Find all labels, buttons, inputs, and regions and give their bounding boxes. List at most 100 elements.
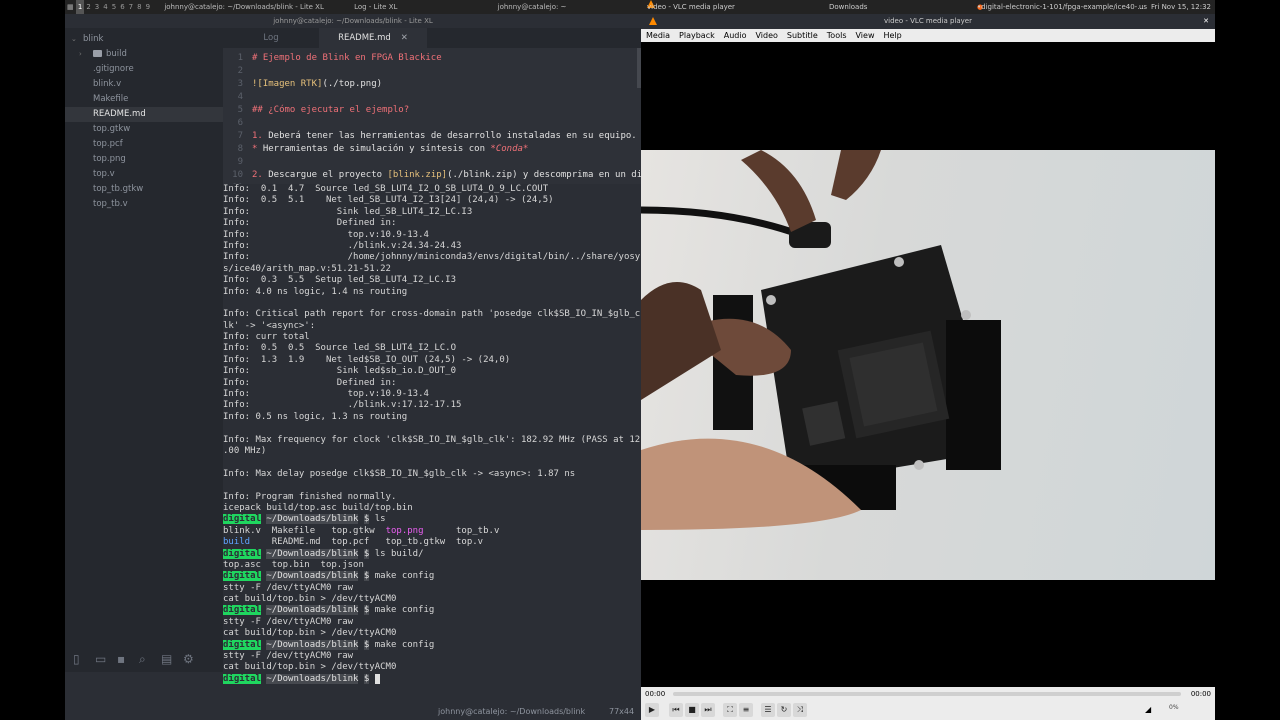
editor-line: 6 bbox=[223, 117, 641, 130]
tree-item[interactable]: top_tb.v bbox=[65, 197, 223, 212]
tree-item-label: README.md bbox=[93, 109, 146, 119]
workspace-2[interactable]: 2 bbox=[84, 0, 92, 14]
vlc-menu-view[interactable]: View bbox=[856, 31, 875, 40]
terminal-output-segment: README.md top.pcf top_tb.gtkw top.v bbox=[250, 537, 484, 548]
task-terminal[interactable]: johnny@catalejo: ~ bbox=[498, 0, 567, 14]
terminal-prompt-line: digital ~/Downloads/blink $ ls build/ bbox=[223, 548, 641, 560]
playlist-icon[interactable]: ☰ bbox=[761, 703, 775, 717]
seek-slider[interactable] bbox=[673, 692, 1181, 696]
workspace-6[interactable]: 6 bbox=[118, 0, 126, 14]
terminal-output-line: top.asc top.bin top.json bbox=[223, 560, 641, 571]
vlc-menu-media[interactable]: Media bbox=[646, 31, 670, 40]
vlc-menu-help[interactable]: Help bbox=[883, 31, 901, 40]
tree-item[interactable]: top.png bbox=[65, 152, 223, 167]
tree-item[interactable]: blink.v bbox=[65, 77, 223, 92]
workspace-9[interactable]: 9 bbox=[144, 0, 152, 14]
vlc-window: video - VLC media player Downloads ● •di… bbox=[641, 0, 1215, 720]
terminal[interactable]: Info: 0.1 4.7 Source led_SB_LUT4_I2_O_SB… bbox=[223, 184, 641, 704]
terminal-output-segment: stty -F /dev/ttyACM0 raw bbox=[223, 616, 354, 627]
new-file-icon[interactable]: ▯ bbox=[73, 652, 80, 666]
tree-item[interactable]: README.md bbox=[65, 107, 223, 122]
tree-item[interactable]: top.v bbox=[65, 167, 223, 182]
tree-item[interactable]: top.pcf bbox=[65, 137, 223, 152]
terminal-output-segment: cat build/top.bin > /dev/ttyACM0 bbox=[223, 628, 397, 639]
workspace-switcher[interactable]: 123456789 bbox=[75, 0, 152, 14]
play-icon[interactable]: ▶ bbox=[645, 703, 659, 717]
terminal-line: Info: Max frequency for clock 'clk$SB_IO… bbox=[223, 434, 641, 445]
tab-log[interactable]: Log bbox=[223, 28, 319, 48]
tree-item-label: build bbox=[106, 49, 127, 59]
vlc-menubar: Media Playback Audio Video Subtitle Tools View… bbox=[641, 29, 1215, 42]
terminal-prompt-line: digital ~/Downloads/blink $ ls bbox=[223, 514, 641, 525]
tree-root[interactable]: ⌄ blink bbox=[65, 32, 223, 47]
task-downloads[interactable]: Downloads bbox=[829, 0, 867, 14]
code-editor[interactable]: 1 # Ejemplo de Blink en FPGA Blackice 2 3 ![… bbox=[223, 48, 641, 184]
tree-item[interactable]: top_tb.gtkw bbox=[65, 182, 223, 197]
close-icon[interactable]: ✕ bbox=[401, 33, 408, 43]
workspace-5[interactable]: 5 bbox=[110, 0, 118, 14]
fullscreen-icon[interactable]: ⛶ bbox=[723, 703, 737, 717]
tree-item[interactable]: top.gtkw bbox=[65, 122, 223, 137]
terminal-output-segment: cat build/top.bin > /dev/ttyACM0 bbox=[223, 594, 397, 605]
vlc-menu-playback[interactable]: Playback bbox=[679, 31, 715, 40]
search-icon[interactable]: ⌕ bbox=[139, 652, 146, 667]
workspace-7[interactable]: 7 bbox=[127, 0, 135, 14]
terminal-line: Info: 0.5 0.5 Source led_SB_LUT4_I2_LC.O bbox=[223, 343, 456, 354]
tree-item[interactable]: › build bbox=[65, 47, 223, 62]
volume-level[interactable]: 0% bbox=[1169, 704, 1179, 711]
volume-icon[interactable]: ◢ bbox=[1145, 705, 1151, 714]
terminal-line: Info: ./blink.v:17.12-17.15 bbox=[223, 400, 462, 411]
tab-readme[interactable]: README.md ✕ bbox=[319, 28, 427, 48]
video-area[interactable] bbox=[641, 42, 1215, 687]
workspace-8[interactable]: 8 bbox=[135, 0, 143, 14]
terminal-line: .00 MHz) bbox=[223, 445, 267, 456]
chevron-down-icon: ⌄ bbox=[71, 35, 77, 43]
grid-icon[interactable]: ▦ bbox=[67, 0, 74, 14]
vlc-menu-subtitle[interactable]: Subtitle bbox=[787, 31, 818, 40]
extended-settings-icon[interactable]: ≡ bbox=[739, 703, 753, 717]
vlc-menu-tools[interactable]: Tools bbox=[827, 31, 847, 40]
stop-icon[interactable]: ■ bbox=[685, 703, 699, 717]
task-lite-xl[interactable]: johnny@catalejo: ~/Downloads/blink - Lit… bbox=[164, 0, 324, 14]
book-icon[interactable]: ▤ bbox=[161, 652, 172, 666]
save-icon[interactable]: ▪ bbox=[117, 652, 125, 666]
task-log[interactable]: Log - Lite XL bbox=[354, 0, 397, 14]
random-icon[interactable]: ⤨ bbox=[793, 703, 807, 717]
terminal-size: 77x44 bbox=[609, 707, 635, 716]
tree-item-label: top.png bbox=[93, 154, 126, 164]
tree-item[interactable]: Makefile bbox=[65, 92, 223, 107]
code-text: * Herramientas de simulación y síntesis … bbox=[252, 144, 529, 154]
window-title: johnny@catalejo: ~/Downloads/blink - Lit… bbox=[65, 14, 641, 28]
keyboard-layout[interactable]: us bbox=[1139, 0, 1147, 14]
line-number: 9 bbox=[237, 157, 243, 167]
clock[interactable]: Fri Nov 15, 12:32 bbox=[1151, 0, 1211, 14]
terminal-line: Info: curr total bbox=[223, 332, 310, 343]
terminal-line: Info: Sink led$sb_io.D_OUT_0 bbox=[223, 366, 456, 377]
lite-xl-window: ▦ 123456789 johnny@catalejo: ~/Downloads… bbox=[65, 0, 641, 720]
prev-icon[interactable]: ⏮ bbox=[669, 703, 683, 717]
gear-icon[interactable]: ⚙ bbox=[183, 652, 194, 666]
terminal-output-segment: top.asc top.bin top.json bbox=[223, 559, 364, 570]
line-number: 4 bbox=[237, 92, 243, 102]
close-icon[interactable]: ✕ bbox=[1203, 14, 1209, 29]
workspace-3[interactable]: 3 bbox=[93, 0, 101, 14]
vlc-menu-audio[interactable]: Audio bbox=[724, 31, 747, 40]
vlc-menu-video[interactable]: Video bbox=[755, 31, 777, 40]
workspace-1[interactable]: 1 bbox=[75, 0, 85, 14]
next-icon[interactable]: ⏭ bbox=[701, 703, 715, 717]
terminal-line: Info: top.v:10.9-13.4 bbox=[223, 389, 429, 400]
prompt-env-tag: digital bbox=[223, 605, 261, 616]
terminal-cursor bbox=[374, 673, 380, 684]
tree-item-label: top_tb.v bbox=[93, 199, 128, 209]
video-frame-image bbox=[641, 150, 1215, 580]
open-folder-icon[interactable]: ▭ bbox=[95, 652, 106, 666]
terminal-output-segment: top_tb.v bbox=[423, 525, 500, 536]
vlc-icon bbox=[649, 17, 657, 25]
loop-icon[interactable]: ↻ bbox=[777, 703, 791, 717]
prompt-env-tag: digital bbox=[223, 639, 261, 650]
tree-item[interactable]: .gitignore bbox=[65, 62, 223, 77]
terminal-line: Info: Critical path report for cross-dom… bbox=[223, 309, 641, 320]
workspace-4[interactable]: 4 bbox=[101, 0, 109, 14]
